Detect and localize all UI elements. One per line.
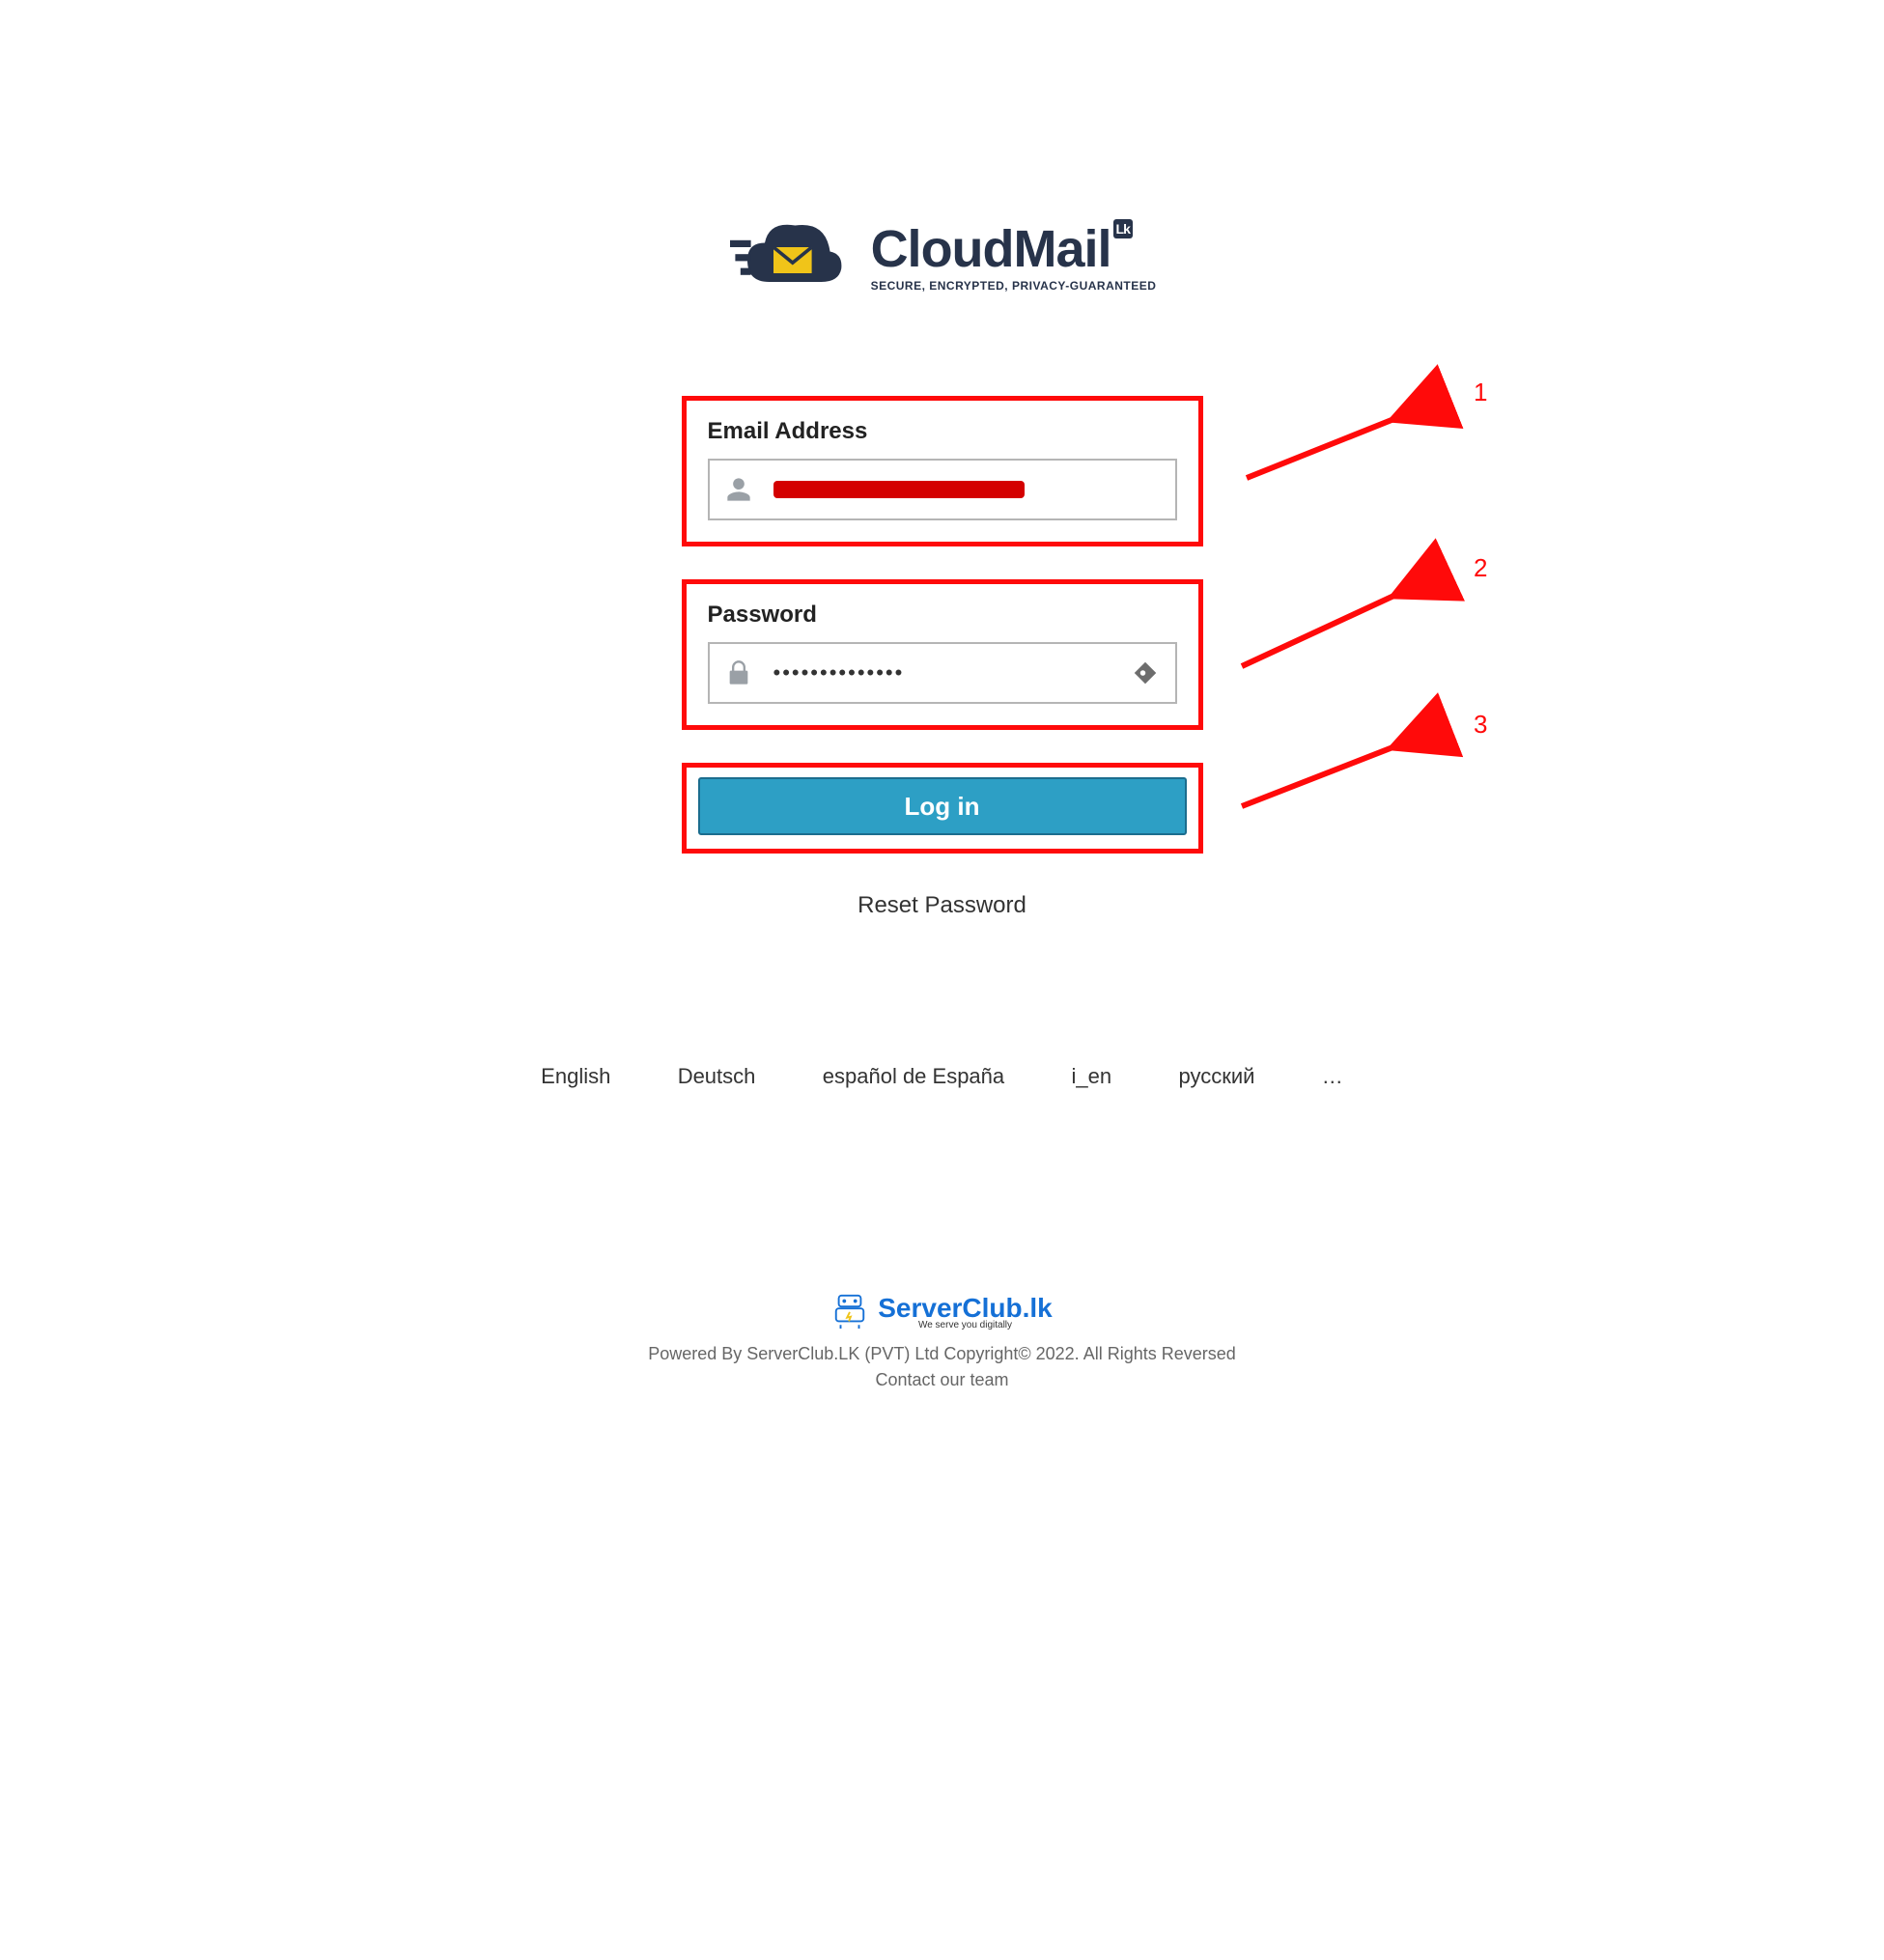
lang-russian[interactable]: русский bbox=[1178, 1064, 1254, 1089]
footer-copyright: Powered By ServerClub.LK (PVT) Ltd Copyr… bbox=[431, 1344, 1454, 1364]
reveal-password-icon[interactable] bbox=[1131, 658, 1160, 687]
password-field-group: Password •••••••••••••• 2 bbox=[682, 579, 1203, 730]
cloudmail-logo-icon bbox=[728, 212, 854, 299]
email-value-redacted bbox=[773, 481, 1025, 498]
password-label: Password bbox=[708, 602, 1177, 629]
reset-password-link[interactable]: Reset Password bbox=[431, 892, 1454, 919]
language-selector-row: English Deutsch español de España i_en р… bbox=[508, 1064, 1377, 1089]
brand-logo: CloudMailLk SECURE, ENCRYPTED, PRIVACY-G… bbox=[431, 212, 1454, 299]
annotation-3: 3 bbox=[1474, 710, 1487, 740]
login-button[interactable]: Log in bbox=[698, 777, 1187, 835]
lang-deutsch[interactable]: Deutsch bbox=[678, 1064, 756, 1089]
brand-badge: Lk bbox=[1113, 219, 1133, 238]
email-label: Email Address bbox=[708, 418, 1177, 445]
lang-espanol[interactable]: español de España bbox=[823, 1064, 1004, 1089]
lang-more[interactable]: … bbox=[1322, 1064, 1343, 1089]
user-icon bbox=[725, 476, 752, 503]
footer-brand-name: ServerClub.lk bbox=[878, 1293, 1053, 1323]
brand-tagline: SECURE, ENCRYPTED, PRIVACY-GUARANTEED bbox=[871, 279, 1157, 293]
email-field-group: Email Address 1 bbox=[682, 396, 1203, 546]
footer-logo: ServerClub.lk We serve you digitally bbox=[831, 1292, 1053, 1330]
lang-i-en[interactable]: i_en bbox=[1072, 1064, 1112, 1089]
annotation-2: 2 bbox=[1474, 553, 1487, 583]
lang-english[interactable]: English bbox=[541, 1064, 610, 1089]
footer-contact-link[interactable]: Contact our team bbox=[875, 1370, 1008, 1389]
serverclub-icon bbox=[831, 1292, 868, 1330]
email-input-wrap[interactable] bbox=[708, 459, 1177, 520]
login-button-group: Log in 3 bbox=[682, 763, 1203, 854]
lock-icon bbox=[725, 659, 752, 686]
password-value: •••••••••••••• bbox=[773, 660, 1131, 686]
brand-name: CloudMail bbox=[871, 220, 1111, 278]
password-input-wrap[interactable]: •••••••••••••• bbox=[708, 642, 1177, 704]
annotation-1: 1 bbox=[1474, 378, 1487, 407]
